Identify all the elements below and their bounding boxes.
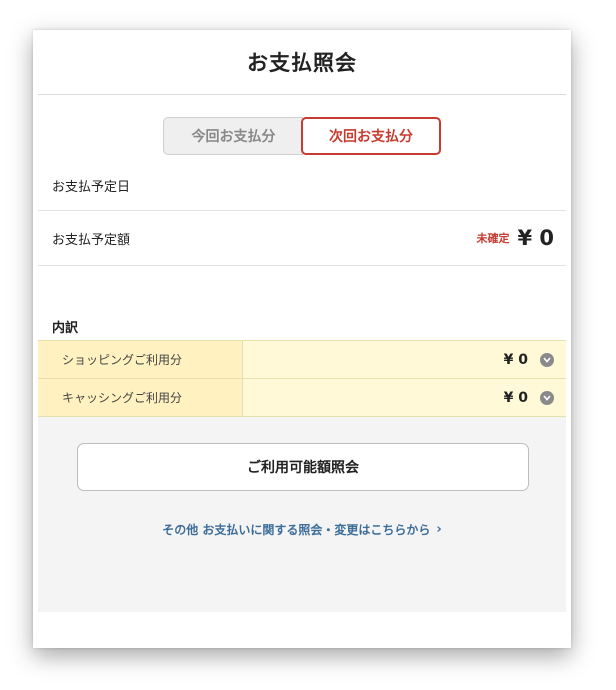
cashing-label: キャッシングご利用分 — [38, 379, 243, 416]
breakdown-title: 内訳 — [52, 321, 79, 336]
breakdown-row-cashing[interactable]: キャッシングご利用分 ¥ 0 — [38, 379, 566, 417]
cashing-value-cell: ¥ 0 — [243, 379, 566, 416]
breakdown-row-shopping[interactable]: ショッピングご利用分 ¥ 0 — [38, 341, 566, 379]
available-credit-button[interactable]: ご利用可能額照会 — [77, 443, 529, 491]
other-inquiries-text: その他 お支払いに関する照会・変更はこちらから — [162, 523, 431, 537]
shopping-label: ショッピングご利用分 — [38, 341, 243, 378]
scheduled-date-label: お支払予定日 — [52, 180, 131, 195]
shopping-value-cell: ¥ 0 — [243, 341, 566, 378]
page-title: お支払照会 — [38, 30, 566, 95]
chevron-down-icon[interactable] — [540, 352, 554, 367]
cashing-amount: ¥ 0 — [503, 389, 528, 406]
scheduled-date-row: お支払予定日 — [38, 161, 566, 211]
shopping-amount: ¥ 0 — [503, 351, 528, 368]
scheduled-amount-label: お支払予定額 — [52, 232, 131, 248]
chevron-right-icon: › — [436, 522, 442, 537]
payment-tabs: 今回お支払分 次回お支払分 — [38, 117, 566, 155]
undetermined-badge: 未確定 — [476, 232, 510, 245]
payment-inquiry-panel: お支払照会 今回お支払分 次回お支払分 お支払予定日 お支払予定額 未確定 ¥ … — [38, 30, 566, 638]
scheduled-amount-group: 未確定 ¥ 0 — [476, 226, 554, 250]
other-inquiries-link[interactable]: その他 お支払いに関する照会・変更はこちらから › — [38, 521, 566, 538]
actions-area: ご利用可能額照会 その他 お支払いに関する照会・変更はこちらから › — [38, 417, 566, 612]
scheduled-amount-value: ¥ 0 — [517, 226, 554, 250]
chevron-down-icon[interactable] — [540, 390, 554, 405]
scheduled-amount-row: お支払予定額 未確定 ¥ 0 — [38, 211, 566, 266]
breakdown-table: ショッピングご利用分 ¥ 0 キャッシングご利用分 ¥ 0 — [38, 340, 566, 417]
tab-current-payment[interactable]: 今回お支払分 — [163, 117, 303, 155]
tab-next-payment[interactable]: 次回お支払分 — [301, 117, 441, 155]
